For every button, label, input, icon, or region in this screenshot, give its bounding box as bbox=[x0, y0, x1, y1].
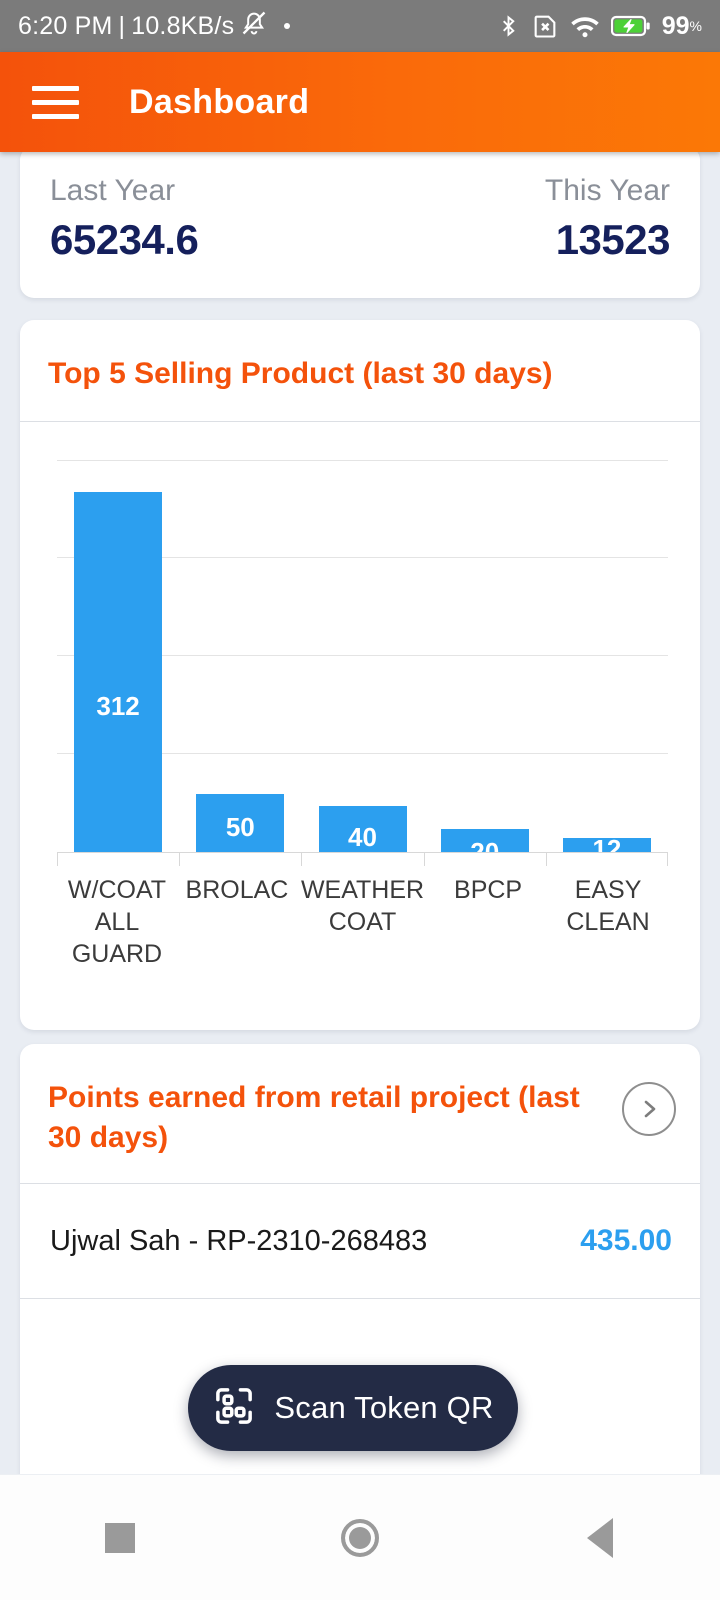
bar[interactable]: 312 bbox=[74, 492, 163, 852]
bar[interactable]: 12 bbox=[562, 834, 651, 864]
wifi-icon bbox=[570, 13, 600, 39]
square-recents-icon[interactable] bbox=[60, 1503, 180, 1573]
no-sim-icon bbox=[531, 12, 559, 40]
chart-x-ticks bbox=[57, 852, 669, 866]
qr-scan-icon bbox=[212, 1384, 256, 1433]
last-year-label: Last Year bbox=[50, 174, 176, 207]
points-row[interactable]: Ujwal Sah - RP-2310-268483 435.00 bbox=[20, 1184, 700, 1298]
triangle-back-icon[interactable] bbox=[540, 1503, 660, 1573]
scroll-content[interactable]: Last Year 65234.6 This Year 13523 Top 5 … bbox=[0, 146, 720, 1497]
hamburger-menu-icon[interactable] bbox=[32, 85, 79, 119]
status-bar-right: 99% bbox=[497, 12, 702, 41]
bar-value-label: 312 bbox=[96, 691, 140, 721]
bar-value-label: 50 bbox=[225, 812, 255, 842]
x-axis-label: EASY CLEAN bbox=[566, 876, 650, 936]
top-selling-products-card: Top 5 Selling Product (last 30 days) 312… bbox=[20, 320, 700, 1030]
x-tick bbox=[423, 852, 546, 866]
x-axis-label: BROLAC bbox=[185, 876, 289, 904]
status-bar-left: 6:20 PM | 10.8KB/s bbox=[18, 9, 291, 44]
chart-plot-area: 312 50 40 20 12 bbox=[57, 460, 668, 867]
x-tick bbox=[179, 852, 301, 866]
last-year-value: 65234.6 bbox=[50, 215, 199, 263]
chevron-right-icon[interactable] bbox=[622, 1082, 676, 1136]
status-time: 6:20 PM bbox=[18, 11, 113, 40]
battery-charging-icon bbox=[610, 14, 651, 38]
status-network-speed: 10.8KB/s bbox=[131, 11, 235, 40]
points-row-name: Ujwal Sah - RP-2310-268483 bbox=[50, 1224, 428, 1257]
points-title: Points earned from retail project (last … bbox=[48, 1081, 580, 1154]
page-title: Dashboard bbox=[129, 82, 310, 121]
x-axis-label: WEATHER COAT bbox=[300, 876, 425, 936]
x-tick bbox=[545, 852, 669, 866]
app-bar: Dashboard bbox=[0, 52, 720, 152]
status-bar: 6:20 PM | 10.8KB/s 99% bbox=[0, 0, 720, 52]
mute-icon bbox=[240, 9, 268, 44]
points-row-amount: 435.00 bbox=[580, 1224, 672, 1258]
bluetooth-icon bbox=[497, 12, 520, 40]
bar[interactable]: 40 bbox=[318, 806, 407, 852]
this-year-value: 13523 bbox=[555, 215, 671, 263]
bar-column: 12 bbox=[546, 460, 668, 864]
x-axis-label: BPCP bbox=[454, 876, 523, 904]
last-year-block: Last Year 65234.6 bbox=[50, 172, 199, 266]
status-separator: | bbox=[118, 11, 126, 40]
points-divider-bottom bbox=[20, 1298, 700, 1300]
chart-x-labels: W/COAT ALL GUARD BROLAC WEATHER COAT BPCP EA… bbox=[57, 874, 668, 970]
points-header: Points earned from retail project (last … bbox=[20, 1044, 700, 1183]
scan-token-qr-label: Scan Token QR bbox=[274, 1390, 494, 1425]
bar[interactable]: 50 bbox=[196, 794, 285, 852]
bar-column: 20 bbox=[424, 460, 546, 867]
bar-column: 50 bbox=[179, 460, 301, 852]
chart-bars: 312 50 40 20 12 bbox=[57, 460, 668, 867]
bar[interactable]: 20 bbox=[440, 829, 529, 867]
bar-column: 312 bbox=[57, 460, 179, 852]
x-tick bbox=[57, 852, 179, 866]
scan-token-qr-button[interactable]: Scan Token QR bbox=[188, 1365, 518, 1451]
battery-percent: 99% bbox=[661, 11, 702, 40]
this-year-label: This Year bbox=[544, 174, 670, 207]
year-summary-card: Last Year 65234.6 This Year 13523 bbox=[20, 146, 700, 298]
x-axis-label: W/COAT ALL GUARD bbox=[67, 876, 167, 968]
x-tick bbox=[301, 852, 423, 866]
bar-column: 40 bbox=[301, 460, 423, 852]
circle-home-icon[interactable] bbox=[300, 1503, 420, 1573]
bar-value-label: 40 bbox=[348, 822, 377, 852]
top-products-title: Top 5 Selling Product (last 30 days) bbox=[48, 357, 553, 390]
status-dot-icon bbox=[284, 23, 291, 29]
bar-chart: 312 50 40 20 12 W/COAT ALL GUARD BROLAC WEATHE… bbox=[20, 422, 700, 970]
android-navigation-bar bbox=[0, 1474, 720, 1600]
this-year-block: This Year 13523 bbox=[544, 172, 671, 266]
